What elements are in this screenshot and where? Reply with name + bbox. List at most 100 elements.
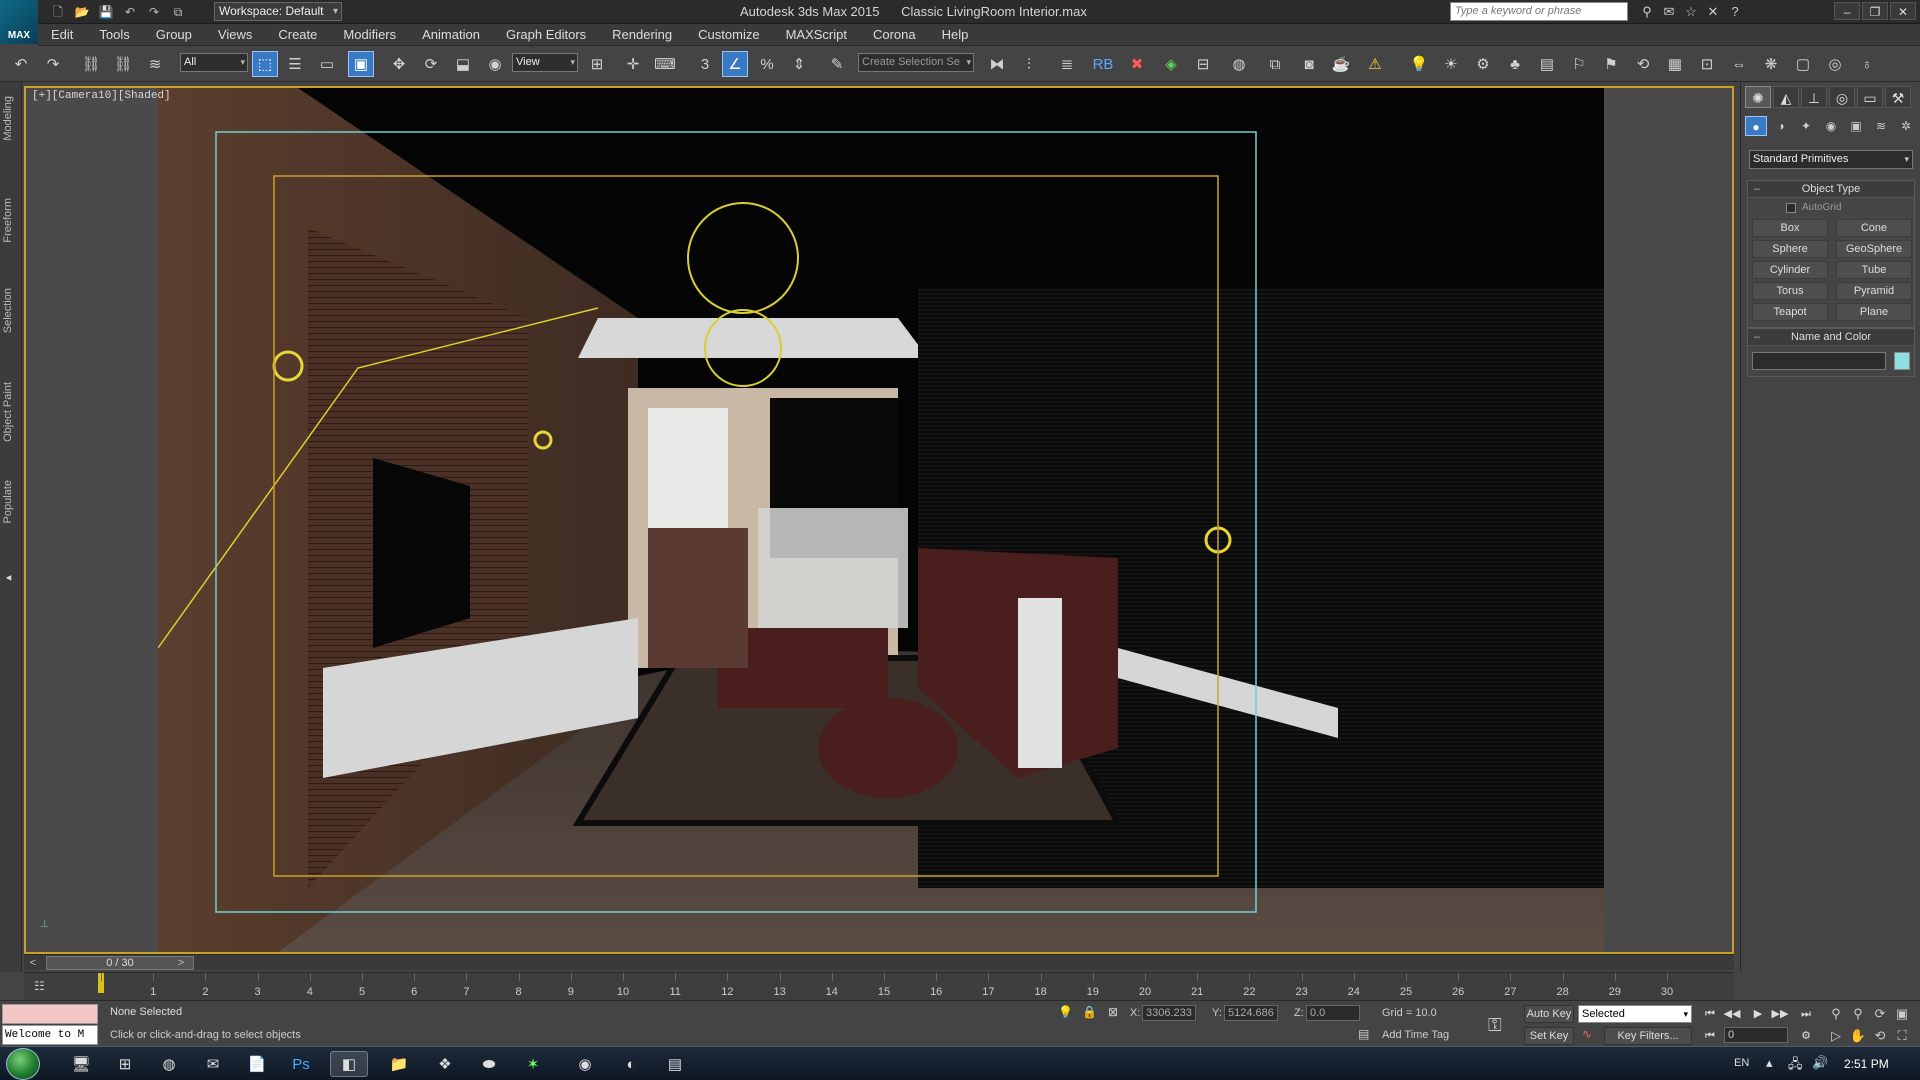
shapes-icon[interactable]: ◑ [1770,116,1792,136]
percent-snap-icon[interactable]: % [754,51,780,77]
object-type-header[interactable]: Object Type [1748,181,1914,198]
workspace-dropdown[interactable]: Workspace: Default [214,2,342,21]
menu-corona[interactable]: Corona [860,24,929,46]
cameras-icon[interactable]: ◉ [1820,116,1842,136]
go-to-end-icon[interactable]: ⏭ [1796,1005,1816,1023]
utilities-tab-icon[interactable]: ⚒ [1885,86,1911,108]
pan-view-icon[interactable]: ✋ [1848,1027,1868,1045]
play-icon[interactable]: ▶ [1748,1005,1768,1023]
selection-filter-dropdown[interactable]: All [180,53,248,72]
zoom-all-icon[interactable]: ⚲ [1848,1005,1868,1023]
scene-cleaner-icon[interactable]: ✖ [1124,51,1150,77]
binoculars-icon[interactable]: ⚲ [1636,2,1658,21]
absolute-mode-icon[interactable]: ⊠ [1108,1005,1118,1019]
tube-button[interactable]: Tube [1836,261,1912,279]
distance-icon[interactable]: ⇔ [1726,51,1752,77]
select-by-name-icon[interactable]: ☰ [282,51,308,77]
schematic-view-icon[interactable]: ⧉ [1262,51,1288,77]
communication-icon[interactable]: ✉ [1658,2,1680,21]
menu-rendering[interactable]: Rendering [599,24,685,46]
bulb-icon[interactable]: ♁ [1854,51,1880,77]
name-and-color-header[interactable]: Name and Color [1748,329,1914,346]
eye-icon[interactable]: ◎ [1822,51,1848,77]
help-icon[interactable]: ? [1724,2,1746,21]
green-app-icon[interactable]: ◉ [566,1051,604,1077]
mirror-icon[interactable]: ⧓ [984,51,1010,77]
graphite-toggle-icon[interactable]: ⊟ [1190,51,1216,77]
field-of-view-icon[interactable]: ▷ [1826,1027,1846,1045]
network-app-icon[interactable]: ⬬ [470,1051,508,1077]
outlook-icon[interactable]: ✉ [194,1051,232,1077]
spinner-snap-icon[interactable]: ⇕ [786,51,812,77]
isolate-icon[interactable]: 💡 [1058,1005,1073,1019]
sphere-button[interactable]: Sphere [1752,240,1828,258]
menu-modifiers[interactable]: Modifiers [330,24,409,46]
ribbon-tab-modeling[interactable]: Modeling [2,96,20,141]
teapot-button[interactable]: Teapot [1752,303,1828,321]
key-filters-button[interactable]: Key Filters... [1604,1027,1692,1045]
orbit-camera-icon[interactable]: ⟲ [1870,1027,1890,1045]
torus-button[interactable]: Torus [1752,282,1828,300]
new-file-icon[interactable]: 🗋 [48,3,68,21]
tray-expand-icon[interactable]: ▴ [1766,1055,1773,1071]
ribbon-tab-populate[interactable]: Populate [2,480,20,523]
set-key-button[interactable]: Set Key [1524,1027,1574,1045]
helpers-icon[interactable]: ▣ [1845,116,1867,136]
menu-help[interactable]: Help [929,24,982,46]
menu-group[interactable]: Group [143,24,205,46]
menu-create[interactable]: Create [265,24,330,46]
default-tangents-icon[interactable]: ∿ [1582,1027,1592,1041]
lock-selection-icon[interactable]: 🔒 [1082,1005,1097,1019]
open-file-icon[interactable]: 📂 [72,3,92,21]
favorites-icon[interactable]: ☆ [1680,2,1702,21]
key-mode-dropdown[interactable]: Selected [1578,1005,1692,1023]
menu-edit[interactable]: Edit [38,24,86,46]
cone-button[interactable]: Cone [1836,219,1912,237]
hierarchy-tab-icon[interactable]: ⊥ [1801,86,1827,108]
menu-maxscript[interactable]: MAXScript [773,24,860,46]
geosphere-button[interactable]: GeoSphere [1836,240,1912,258]
undo-icon[interactable]: ↶ [120,3,140,21]
maximize-viewport-icon[interactable]: ⛶ [1892,1027,1912,1045]
rb-plugin-icon[interactable]: RB [1090,51,1116,77]
maxscript-listener-pink[interactable] [2,1004,98,1024]
layer-explorer-icon[interactable]: ≣ [1054,51,1080,77]
light-lister-icon[interactable]: 💡 [1406,51,1432,77]
menu-graph-editors[interactable]: Graph Editors [493,24,599,46]
key-mode-toggle-icon[interactable]: ⏮ [1700,1027,1720,1045]
track-bar[interactable]: ☷ 1 2 3 4 5 6 7 8 9 10 11 12 13 14 15 16 17 18 19 20 21 22 23 2… [24,972,1734,1000]
curve-editor-icon[interactable]: ◍ [1226,51,1252,77]
layers-icon[interactable]: ◈ [1158,51,1184,77]
named-selection-dropdown[interactable]: Create Selection Se [858,53,974,72]
exchange-icon[interactable]: ✕ [1702,2,1724,21]
save-file-icon[interactable]: 💾 [96,3,116,21]
window-crossing-icon[interactable]: ▣ [348,51,374,77]
keyboard-shortcut-icon[interactable]: ⌨ [652,51,678,77]
select-and-scale-icon[interactable]: ⬓ [450,51,476,77]
close-icon[interactable]: ✕ [1890,2,1916,20]
notepad-icon[interactable]: ▤ [656,1051,694,1077]
checkbox-icon[interactable] [1786,202,1796,213]
edit-named-selection-icon[interactable]: ✎ [824,51,850,77]
volume-icon[interactable]: 🔊 [1812,1055,1828,1071]
modify-tab-icon[interactable]: ◭ [1773,86,1799,108]
time-tag-icon[interactable]: ▤ [1358,1027,1369,1041]
select-object-icon[interactable]: ⬚ [252,51,278,77]
viewport-canvas-icon[interactable]: ▢ [1790,51,1816,77]
next-frame-icon[interactable]: > [172,955,190,971]
unlink-icon[interactable]: ⛓ [110,51,136,77]
maximize-icon[interactable]: ❐ [1862,2,1888,20]
display-tab-icon[interactable]: ▭ [1857,86,1883,108]
geometry-icon[interactable]: ● [1745,116,1767,136]
plane-button[interactable]: Plane [1836,303,1912,321]
chrome-icon[interactable]: ◍ [150,1051,188,1077]
render-region-icon[interactable]: ⊡ [1694,51,1720,77]
batch-icon[interactable]: ▤ [1534,51,1560,77]
menu-customize[interactable]: Customize [685,24,772,46]
systems-icon[interactable]: ✲ [1895,116,1917,136]
current-frame-field[interactable]: 0 [1724,1027,1788,1043]
redo-icon[interactable]: ↷ [40,51,66,77]
pivot-center-icon[interactable]: ⊞ [584,51,610,77]
camera-viewport[interactable]: [+][Camera10][Shaded] ⊥ [24,86,1734,954]
select-and-rotate-icon[interactable]: ⟳ [418,51,444,77]
